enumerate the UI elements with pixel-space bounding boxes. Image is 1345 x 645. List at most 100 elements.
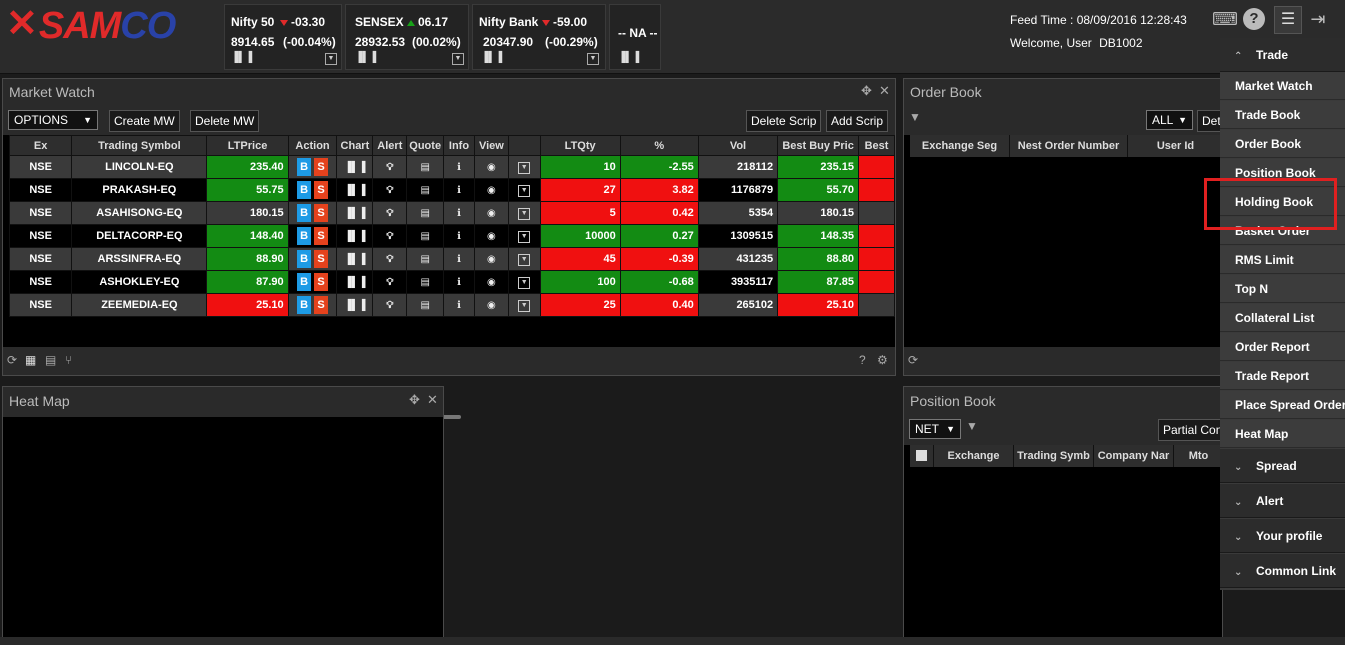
- refresh-icon[interactable]: ⟳: [908, 353, 918, 367]
- sell-button[interactable]: S: [314, 204, 329, 222]
- column-header[interactable]: LTPrice: [206, 135, 289, 156]
- eye-icon[interactable]: ◉: [487, 300, 496, 311]
- column-header[interactable]: Vol: [697, 135, 779, 156]
- bar-chart-icon[interactable]: ▐▌▐: [481, 52, 502, 63]
- bar-chart-icon[interactable]: ▐▌▐: [231, 52, 252, 63]
- dropdown-icon[interactable]: ▼: [518, 254, 531, 266]
- table-row[interactable]: NSE DELTACORP-EQ 148.40 B S ▐▌▐ 💡︎ ▤ ℹ ◉ ▼ 10000 0.2…: [8, 224, 895, 248]
- menu-item-place-spread-order[interactable]: Place Spread Order: [1220, 391, 1345, 419]
- order-filter-select[interactable]: ALL ▼: [1146, 110, 1193, 130]
- bulb-icon[interactable]: 💡︎: [386, 277, 393, 288]
- hamburger-menu-icon[interactable]: ☰: [1274, 6, 1302, 34]
- delete-mw-button[interactable]: Delete MW: [190, 110, 260, 132]
- bulb-icon[interactable]: 💡︎: [386, 162, 393, 173]
- menu-item-order-report[interactable]: Order Report: [1220, 333, 1345, 361]
- menu-section-spread[interactable]: ⌄ Spread: [1220, 449, 1345, 483]
- chart-icon[interactable]: ▐▌▐: [344, 185, 365, 196]
- column-header[interactable]: Best: [858, 135, 895, 156]
- menu-section-your-profile[interactable]: ⌄ Your profile: [1220, 519, 1345, 553]
- table-row[interactable]: NSE ASHOKLEY-EQ 87.90 B S ▐▌▐ 💡︎ ▤ ℹ ◉ ▼ 100 -0.68 39…: [8, 270, 895, 294]
- help-icon[interactable]: ?: [859, 353, 866, 367]
- table-row[interactable]: NSE LINCOLN-EQ 235.40 B S ▐▌▐ 💡︎ ▤ ℹ ◉ ▼ 10 -2.55 218…: [8, 155, 895, 179]
- buy-button[interactable]: B: [297, 296, 312, 314]
- refresh-icon[interactable]: ⟳: [7, 353, 17, 367]
- grid-view-icon[interactable]: ▦: [25, 353, 36, 367]
- dropdown-icon[interactable]: ▼: [325, 53, 337, 65]
- info-icon[interactable]: ℹ: [457, 300, 461, 311]
- sell-button[interactable]: S: [314, 273, 329, 291]
- chart-icon[interactable]: ▐▌▐: [344, 300, 365, 311]
- bulb-icon[interactable]: 💡︎: [386, 185, 393, 196]
- quote-icon[interactable]: ▤: [420, 162, 429, 173]
- menu-item-trade-report[interactable]: Trade Report: [1220, 362, 1345, 390]
- chart-icon[interactable]: ▐▌▐: [344, 277, 365, 288]
- net-select[interactable]: NET ▼: [909, 419, 961, 439]
- column-header[interactable]: Chart: [336, 135, 374, 156]
- tile-view-icon[interactable]: ▤: [45, 353, 56, 367]
- dropdown-icon[interactable]: ▼: [518, 277, 531, 289]
- column-header[interactable]: LTQty: [539, 135, 621, 156]
- menu-item-trade-book[interactable]: Trade Book: [1220, 101, 1345, 129]
- quote-icon[interactable]: ▤: [420, 231, 429, 242]
- filter-icon[interactable]: ⑂: [65, 353, 72, 367]
- column-header[interactable]: Ex: [8, 135, 73, 156]
- bulb-icon[interactable]: 💡︎: [386, 300, 393, 311]
- select-all-checkbox[interactable]: [916, 450, 927, 461]
- menu-item-heat-map[interactable]: Heat Map: [1220, 420, 1345, 448]
- move-icon[interactable]: ✥: [861, 83, 872, 99]
- info-icon[interactable]: ℹ: [457, 254, 461, 265]
- eye-icon[interactable]: ◉: [487, 254, 496, 265]
- chart-icon[interactable]: ▐▌▐: [344, 231, 365, 242]
- chart-icon[interactable]: ▐▌▐: [344, 162, 365, 173]
- buy-button[interactable]: B: [297, 181, 312, 199]
- table-row[interactable]: NSE PRAKASH-EQ 55.75 B S ▐▌▐ 💡︎ ▤ ℹ ◉ ▼ 27 3.82 11768…: [8, 178, 895, 202]
- menu-section-common-link[interactable]: ⌄ Common Link: [1220, 554, 1345, 588]
- logout-icon[interactable]: ⇥: [1306, 8, 1330, 30]
- column-header[interactable]: View: [473, 135, 509, 156]
- table-row[interactable]: NSE ARSSINFRA-EQ 88.90 B S ▐▌▐ 💡︎ ▤ ℹ ◉ ▼ 45 -0.39 43…: [8, 247, 895, 271]
- create-mw-button[interactable]: Create MW: [109, 110, 180, 132]
- close-icon[interactable]: ✕: [879, 83, 890, 99]
- index-ticker-nifty50[interactable]: Nifty 50 -03.30 8914.65 (-00.04%) ▐▌▐ ▼: [224, 4, 342, 70]
- index-ticker-na[interactable]: -- NA -- ▐▌▐: [609, 4, 661, 70]
- sell-button[interactable]: S: [314, 296, 329, 314]
- dropdown-icon[interactable]: ▼: [518, 162, 531, 174]
- filter-icon[interactable]: ▼: [966, 419, 978, 433]
- chart-icon[interactable]: ▐▌▐: [344, 208, 365, 219]
- menu-item-top-n[interactable]: Top N: [1220, 275, 1345, 303]
- quote-icon[interactable]: ▤: [420, 208, 429, 219]
- column-header[interactable]: Best Buy Pric: [777, 135, 860, 156]
- column-header[interactable]: Info: [443, 135, 475, 156]
- buy-button[interactable]: B: [297, 158, 312, 176]
- menu-item-market-watch[interactable]: Market Watch: [1220, 72, 1345, 100]
- eye-icon[interactable]: ◉: [487, 231, 496, 242]
- sell-button[interactable]: S: [314, 158, 329, 176]
- options-select[interactable]: OPTIONS ▼: [8, 110, 98, 130]
- info-icon[interactable]: ℹ: [457, 231, 461, 242]
- buy-button[interactable]: B: [297, 204, 312, 222]
- dropdown-icon[interactable]: ▼: [518, 185, 531, 197]
- dropdown-icon[interactable]: ▼: [587, 53, 599, 65]
- column-header[interactable]: [507, 135, 541, 156]
- bulb-icon[interactable]: 💡︎: [386, 231, 393, 242]
- menu-item-order-book[interactable]: Order Book: [1220, 130, 1345, 158]
- column-header[interactable]: %: [619, 135, 699, 156]
- info-icon[interactable]: ℹ: [457, 208, 461, 219]
- menu-section-trade[interactable]: ⌃ Trade: [1220, 38, 1345, 72]
- eye-icon[interactable]: ◉: [487, 162, 496, 173]
- column-header[interactable]: Alert: [372, 135, 408, 156]
- table-row[interactable]: NSE ZEEMEDIA-EQ 25.10 B S ▐▌▐ 💡︎ ▤ ℹ ◉ ▼ 25 0.40 2651…: [8, 293, 895, 317]
- filter-icon[interactable]: ▼: [909, 110, 921, 124]
- bulb-icon[interactable]: 💡︎: [386, 254, 393, 265]
- info-icon[interactable]: ℹ: [457, 162, 461, 173]
- buy-button[interactable]: B: [297, 250, 312, 268]
- keyboard-icon[interactable]: ⌨: [1212, 8, 1238, 30]
- index-ticker-niftybank[interactable]: Nifty Bank -59.00 20347.90 (-00.29%) ▐▌▐…: [472, 4, 606, 70]
- info-icon[interactable]: ℹ: [457, 185, 461, 196]
- delete-scrip-button[interactable]: Delete Scrip: [746, 110, 822, 132]
- info-icon[interactable]: ℹ: [457, 277, 461, 288]
- bar-chart-icon[interactable]: ▐▌▐: [355, 52, 376, 63]
- column-header[interactable]: Action: [287, 135, 338, 156]
- sell-button[interactable]: S: [314, 227, 329, 245]
- dropdown-icon[interactable]: ▼: [518, 208, 531, 220]
